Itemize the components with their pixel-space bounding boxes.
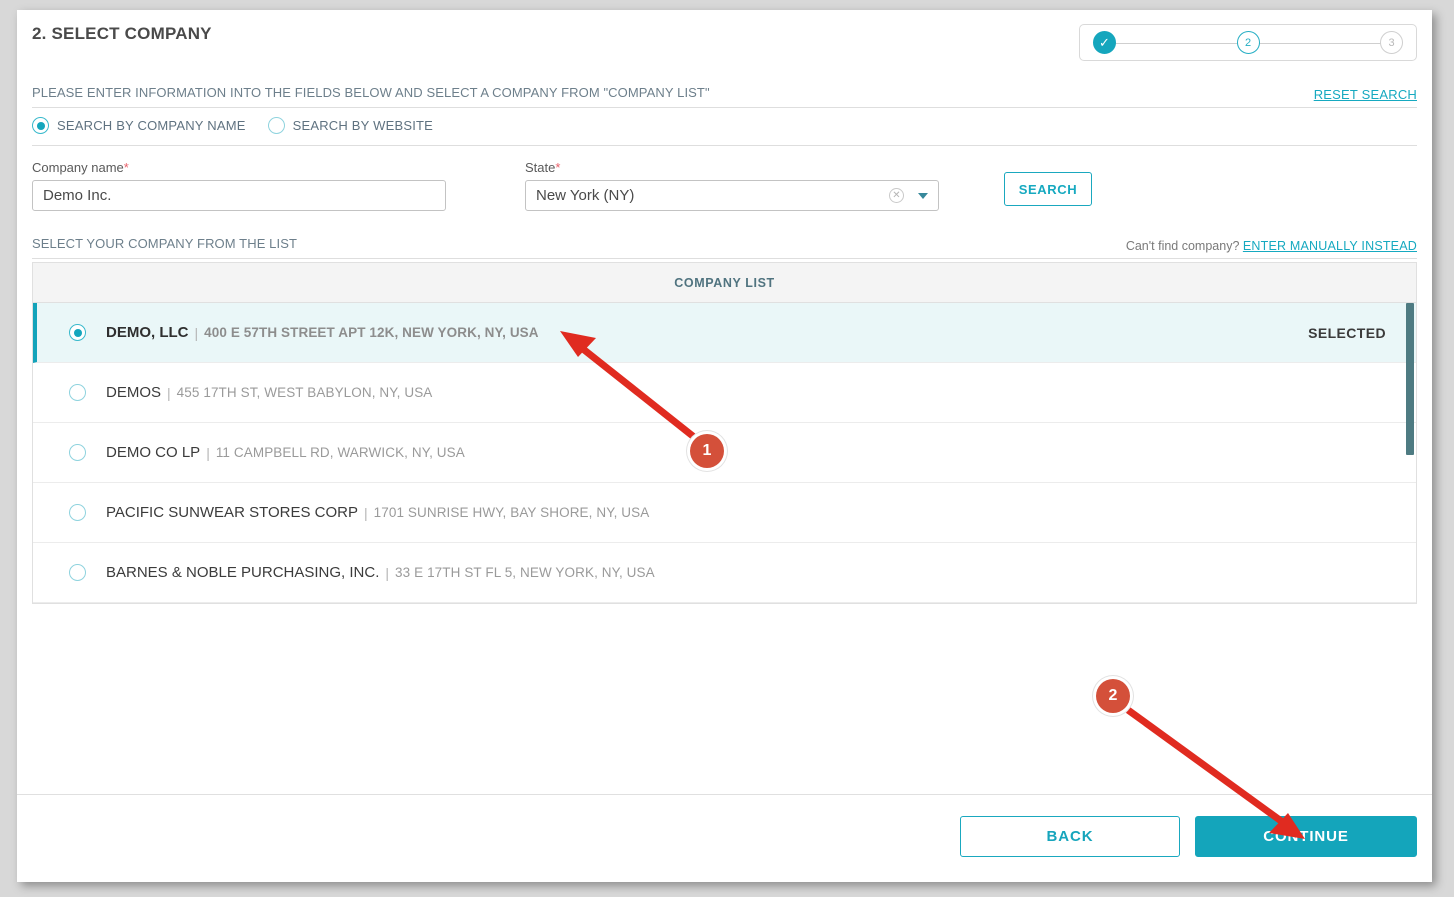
cant-find-company: Can't find company? ENTER MANUALLY INSTE… [1126,239,1417,253]
status-badge: SELECTED [1308,324,1386,341]
separator-row-1: | [194,324,199,341]
state-label: State* [525,160,560,175]
state-required-mark: * [555,160,561,175]
stepper-step-1-complete[interactable]: ✓ [1093,31,1116,54]
stepper-step-3-pending[interactable]: 3 [1380,31,1403,54]
company-name-row-5: BARNES & NOBLE PURCHASING, INC. [106,564,380,581]
card-body: 2. SELECT COMPANY ✓ 2 3 PLEASE ENTER INF… [17,10,1432,794]
search-mode-company-name-label: SEARCH BY COMPANY NAME [57,118,246,133]
company-address-row-1: 400 E 57TH STREET APT 12K, NEW YORK, NY,… [204,325,539,340]
company-list-scroll-area: DEMO, LLC | 400 E 57TH STREET APT 12K, N… [33,303,1416,603]
state-label-text: State [525,160,556,175]
search-mode-website-label: SEARCH BY WEBSITE [292,118,434,133]
radio-icon-row-3[interactable] [69,444,86,461]
app-screen: 2. SELECT COMPANY ✓ 2 3 PLEASE ENTER INF… [0,0,1454,897]
company-address-row-4: 1701 SUNRISE HWY, BAY SHORE, NY, USA [373,505,650,520]
table-row[interactable]: PACIFIC SUNWEAR STORES CORP | 1701 SUNRI… [33,483,1416,543]
company-name-row-4: PACIFIC SUNWEAR STORES CORP [106,504,358,521]
radio-icon-website[interactable] [267,117,285,134]
enter-manually-link[interactable]: ENTER MANUALLY INSTEAD [1243,239,1417,253]
cant-find-text: Can't find company? [1125,239,1240,253]
radio-icon-company-name[interactable] [32,117,49,134]
search-mode-group: SEARCH BY COMPANY NAME SEARCH BY WEBSITE [32,117,433,134]
instructions-text: PLEASE ENTER INFORMATION INTO THE FIELDS… [32,85,710,100]
company-name-row-1: DEMO, LLC [106,324,189,341]
table-row[interactable]: DEMOS | 455 17TH ST, WEST BABYLON, NY, U… [33,363,1416,423]
company-name-row-2: DEMOS [106,384,162,401]
radio-icon-row-5[interactable] [69,564,86,581]
close-circle-icon[interactable]: ✕ [889,188,904,203]
table-row[interactable]: DEMO CO LP | 11 CAMPBELL RD, WARWICK, NY… [33,423,1416,483]
search-mode-website[interactable]: SEARCH BY WEBSITE [267,117,434,134]
table-row[interactable]: DEMO, LLC | 400 E 57TH STREET APT 12K, N… [33,303,1416,363]
company-name-input[interactable] [32,180,446,211]
reset-search-link[interactable]: RESET SEARCH [1314,87,1417,102]
separator-row-4: | [363,504,368,521]
company-list: COMPANY LIST DEMO, LLC | 400 E 57TH STRE… [32,262,1417,604]
company-address-row-2: 455 17TH ST, WEST BABYLON, NY, USA [176,385,433,400]
select-company-card: 2. SELECT COMPANY ✓ 2 3 PLEASE ENTER INF… [17,10,1432,882]
stepper-step-2-current[interactable]: 2 [1236,31,1260,54]
search-mode-company-name[interactable]: SEARCH BY COMPANY NAME [32,117,246,134]
company-name-label-text: Company name [32,160,124,175]
company-name-label: Company name* [32,160,129,175]
company-name-row-3: DEMO CO LP [106,444,201,461]
state-select-value: New York (NY) [536,187,635,204]
list-caption: SELECT YOUR COMPANY FROM THE LIST [32,236,298,251]
divider-above-list [32,258,1417,259]
company-name-required-mark: * [123,160,129,175]
radio-icon-row-4[interactable] [69,504,86,521]
footer-actions: BACK CONTINUE [17,794,1432,882]
divider-top [32,107,1417,108]
list-scrollbar-thumb[interactable] [1406,303,1414,455]
company-address-row-5: 33 E 17TH ST FL 5, NEW YORK, NY, USA [395,565,655,580]
chevron-down-icon[interactable] [918,192,928,199]
continue-button[interactable]: CONTINUE [1195,816,1417,857]
company-list-header: COMPANY LIST [33,263,1416,303]
progress-stepper: ✓ 2 3 [1079,24,1417,61]
radio-icon-row-2[interactable] [69,384,86,401]
search-button[interactable]: SEARCH [1004,172,1092,206]
company-address-row-3: 11 CAMPBELL RD, WARWICK, NY, USA [215,445,465,460]
separator-row-3: | [206,444,210,461]
table-row[interactable]: BARNES & NOBLE PURCHASING, INC. | 33 E 1… [33,543,1416,603]
state-select[interactable]: New York (NY) ✕ [525,180,939,211]
separator-row-2: | [167,384,171,401]
separator-row-5: | [385,564,390,581]
page-title: 2. SELECT COMPANY [32,24,212,43]
stepper-track: ✓ 2 3 [1093,31,1403,54]
divider-under-modes [32,145,1417,146]
radio-icon-row-1[interactable] [69,324,86,341]
back-button[interactable]: BACK [960,816,1180,857]
